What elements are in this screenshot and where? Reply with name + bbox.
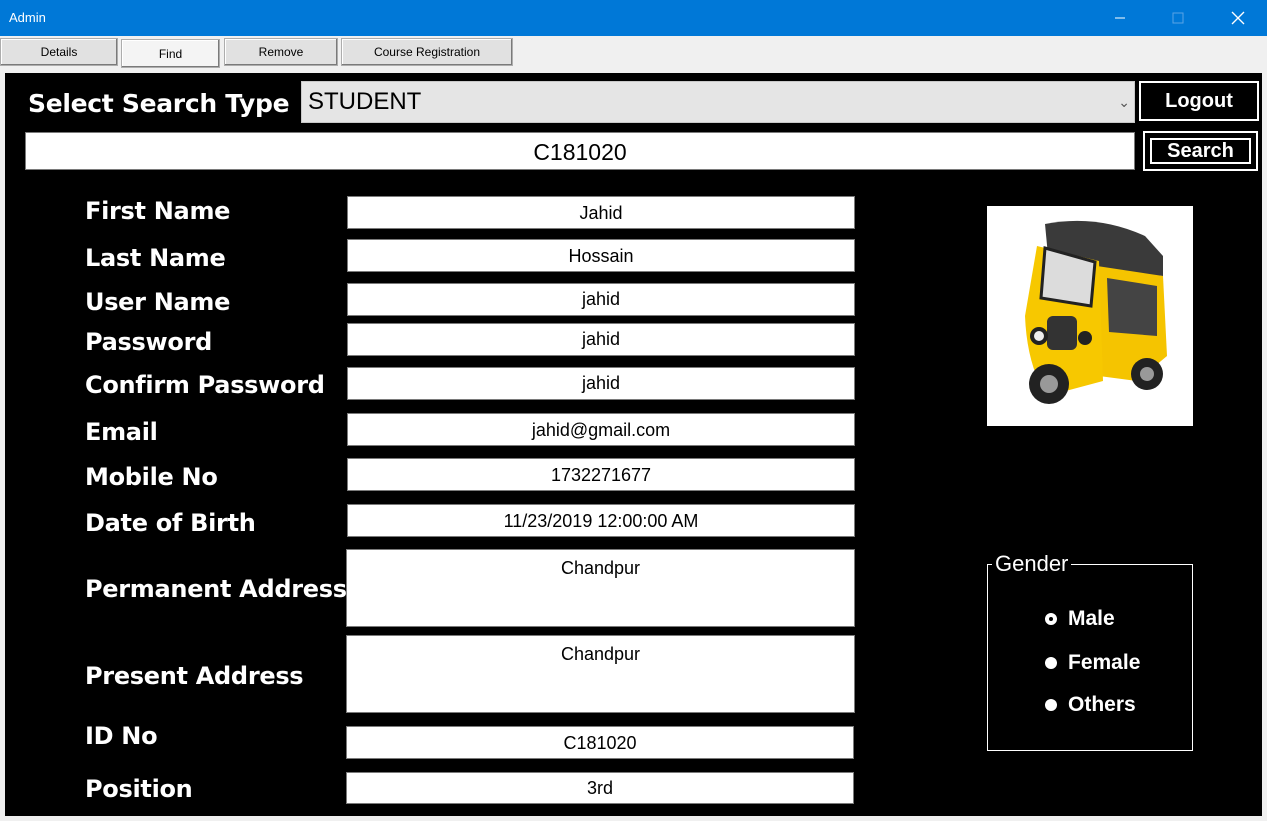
minimize-icon xyxy=(1115,17,1125,19)
search-type-label: Select Search Type xyxy=(28,89,290,118)
tab-find[interactable]: Find xyxy=(121,39,220,68)
search-input[interactable]: C181020 xyxy=(25,132,1135,170)
email-label: Email xyxy=(85,418,158,446)
last-name-label: Last Name xyxy=(85,244,226,272)
radio-icon xyxy=(1045,657,1057,669)
maximize-button[interactable] xyxy=(1155,0,1201,36)
minimize-button[interactable] xyxy=(1097,0,1143,36)
radio-selected-icon xyxy=(1045,613,1057,625)
tab-remove[interactable]: Remove xyxy=(224,38,338,66)
search-button-label: Search xyxy=(1150,138,1251,164)
dob-field[interactable]: 11/23/2019 12:00:00 AM xyxy=(347,504,855,537)
mobile-field[interactable]: 1732271677 xyxy=(347,458,855,491)
gender-group: Gender Male Female Others xyxy=(987,551,1193,751)
title-bar: Admin xyxy=(0,0,1267,36)
gender-legend: Gender xyxy=(992,551,1072,577)
password-field[interactable]: jahid xyxy=(347,323,855,356)
tab-bar: Details Find Remove Course Registration xyxy=(0,36,1267,72)
first-name-label: First Name xyxy=(85,197,231,225)
window-title: Admin xyxy=(9,10,46,25)
email-field[interactable]: jahid@gmail.com xyxy=(347,413,855,446)
password-label: Password xyxy=(85,328,212,356)
confirm-password-field[interactable]: jahid xyxy=(347,367,855,400)
radio-icon xyxy=(1045,699,1057,711)
maximize-icon xyxy=(1172,12,1184,24)
gender-radio-male[interactable]: Male xyxy=(1045,607,1115,631)
gender-radio-female[interactable]: Female xyxy=(1045,651,1140,675)
search-button[interactable]: Search xyxy=(1143,131,1258,171)
permanent-address-field[interactable]: Chandpur xyxy=(346,549,855,627)
id-no-field[interactable]: C181020 xyxy=(346,726,854,759)
confirm-password-label: Confirm Password xyxy=(85,371,325,399)
close-icon xyxy=(1231,11,1245,25)
position-field[interactable]: 3rd xyxy=(346,772,854,804)
tab-course-registration[interactable]: Course Registration xyxy=(341,38,513,66)
user-name-field[interactable]: jahid xyxy=(347,283,855,316)
present-address-field[interactable]: Chandpur xyxy=(346,635,855,713)
tab-details[interactable]: Details xyxy=(0,38,118,66)
gender-option-label: Others xyxy=(1068,693,1136,716)
dob-label: Date of Birth xyxy=(85,509,256,537)
close-button[interactable] xyxy=(1215,0,1261,36)
user-name-label: User Name xyxy=(85,288,231,316)
auto-rickshaw-image xyxy=(1025,220,1167,404)
permanent-address-label: Permanent Address xyxy=(85,575,347,603)
search-type-select[interactable]: STUDENT ⌄ xyxy=(301,81,1135,123)
id-no-label: ID No xyxy=(85,722,158,750)
gender-option-label: Female xyxy=(1068,651,1141,674)
first-name-field[interactable]: Jahid xyxy=(347,196,855,229)
profile-photo xyxy=(987,206,1193,426)
gender-radio-others[interactable]: Others xyxy=(1045,693,1136,717)
gender-option-label: Male xyxy=(1068,607,1115,630)
chevron-down-icon: ⌄ xyxy=(1118,94,1130,110)
present-address-label: Present Address xyxy=(85,662,304,690)
last-name-field[interactable]: Hossain xyxy=(347,239,855,272)
mobile-label: Mobile No xyxy=(85,463,218,491)
search-type-value: STUDENT xyxy=(308,88,422,115)
logout-button[interactable]: Logout xyxy=(1139,81,1259,121)
position-label: Position xyxy=(85,775,193,803)
